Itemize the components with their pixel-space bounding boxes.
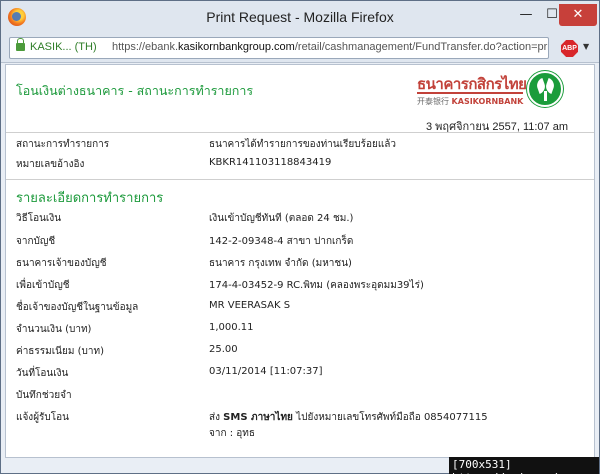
url-text[interactable]: https://ebank.kasikornbankgroup.com/reta… (112, 41, 548, 53)
notify-rest: ไปยังหมายเลขโทรศัพท์มือถือ 0854077115 (292, 412, 488, 423)
notify-label: แจ้งผู้รับโอน (16, 412, 69, 423)
detail-value: 174-4-03452-9 RC.พิทม (คลองพระอุดมม39ไร่… (209, 280, 424, 291)
chevron-down-icon[interactable]: ▼ (583, 42, 589, 51)
detail-value: 1,000.11 (209, 322, 254, 333)
detail-value: 03/11/2014 [11:07:37] (209, 366, 323, 377)
detail-row: บันทึกช่วยจำ (16, 388, 586, 406)
detail-value: MR VEERASAK S (209, 300, 291, 311)
lock-icon (16, 38, 25, 51)
browser-window: Print Request - Mozilla Firefox — ☐ ✕ KA… (0, 0, 600, 474)
watermark: [700x531] https://upic.me/ (449, 457, 599, 474)
status-label: สถานะการทำรายการ (16, 139, 110, 150)
detail-row: ธนาคารเจ้าของบัญชี ธนาคาร กรุงเทพ จำกัด … (16, 256, 586, 274)
url-prefix: https://ebank. (112, 41, 179, 53)
divider (6, 179, 594, 180)
detail-label: วันที่โอนเงิน (16, 368, 69, 379)
notify-row: แจ้งผู้รับโอน ส่ง SMS ภาษาไทย ไปยังหมายเ… (16, 410, 586, 444)
detail-value: 142-2-09348-4 สาขา ปากเกร็ด (209, 236, 354, 247)
detail-label: บันทึกช่วยจำ (16, 390, 72, 401)
detail-row: ชื่อเจ้าของบัญชีในฐานข้อมูล MR VEERASAK … (16, 300, 586, 318)
notify-prefix: ส่ง (209, 412, 224, 423)
reference-value: KBKR141103118843419 (209, 157, 332, 168)
detail-label: วิธีโอนเงิน (16, 213, 62, 224)
reference-label: หมายเลขอ้างอิง (16, 159, 85, 170)
notify-sms: SMS ภาษาไทย (223, 412, 293, 423)
bank-name-underline (417, 92, 523, 94)
detail-row: วิธีโอนเงิน เงินเข้าบัญชีทันที (ตลอด 24 … (16, 211, 586, 229)
reference-row: หมายเลขอ้างอิง KBKR141103118843419 (16, 157, 586, 175)
detail-label: จากบัญชี (16, 236, 56, 247)
detail-value: ธนาคาร กรุงเทพ จำกัด (มหาชน) (209, 258, 352, 269)
detail-row: เพื่อเข้าบัญชี 174-4-03452-9 RC.พิทม (คล… (16, 278, 586, 296)
title-bar: Print Request - Mozilla Firefox — ☐ ✕ (1, 1, 599, 33)
status-row: สถานะการทำรายการ ธนาคารได้ทำรายการของท่า… (16, 137, 586, 155)
url-suffix: /retail/cashmanagement/FundTransfer.do?a… (294, 41, 548, 53)
bank-name-en-text: KASIKORNBANK (451, 97, 524, 106)
detail-label: เพื่อเข้าบัญชี (16, 280, 70, 291)
notify-sender: จาก : อุทธ (209, 428, 255, 439)
detail-label: ชื่อเจ้าของบัญชีในฐานข้อมูล (16, 302, 139, 313)
url-domain: kasikornbankgroup.com (178, 41, 295, 53)
divider (6, 132, 594, 133)
detail-row: ค่าธรรมเนียม (บาท) 25.00 (16, 344, 586, 362)
minimize-button[interactable]: — (513, 4, 539, 26)
page-title: โอนเงินต่างธนาคาร - สถานะการทำรายการ (16, 83, 254, 98)
detail-value: เงินเข้าบัญชีทันที (ตลอด 24 ชม.) (209, 213, 354, 224)
url-bar[interactable]: KASIK... (TH) https://ebank.kasikornbank… (9, 37, 549, 59)
detail-row: จำนวนเงิน (บาท) 1,000.11 (16, 322, 586, 340)
kbank-logo (527, 71, 563, 107)
page-content: โอนเงินต่างธนาคาร - สถานะการทำรายการ ธนา… (5, 64, 595, 458)
detail-row: วันที่โอนเงิน 03/11/2014 [11:07:37] (16, 366, 586, 384)
detail-row: จากบัญชี 142-2-09348-4 สาขา ปากเกร็ด (16, 234, 586, 252)
detail-label: จำนวนเงิน (บาท) (16, 324, 92, 335)
detail-label: ค่าธรรมเนียม (บาท) (16, 346, 104, 357)
navigation-bar: KASIK... (TH) https://ebank.kasikornbank… (1, 33, 599, 63)
detail-label: ธนาคารเจ้าของบัญชี (16, 258, 107, 269)
close-button[interactable]: ✕ (559, 4, 597, 26)
detail-value: 25.00 (209, 344, 238, 355)
status-value: ธนาคารได้ทำรายการของท่านเรียบร้อยแล้ว (209, 139, 397, 150)
site-identity[interactable]: KASIK... (TH) (30, 41, 97, 53)
notify-value: ส่ง SMS ภาษาไทย ไปยังหมายเลขโทรศัพท์มือถ… (209, 410, 488, 425)
bank-name-chinese: 开泰银行 (417, 97, 449, 106)
section-title: รายละเอียดการทำรายการ (16, 191, 164, 206)
adblock-icon[interactable]: ABP (561, 40, 578, 57)
bank-name-english: 开泰银行 KASIKORNBANK (417, 96, 523, 107)
window-title: Print Request - Mozilla Firefox (206, 9, 394, 25)
